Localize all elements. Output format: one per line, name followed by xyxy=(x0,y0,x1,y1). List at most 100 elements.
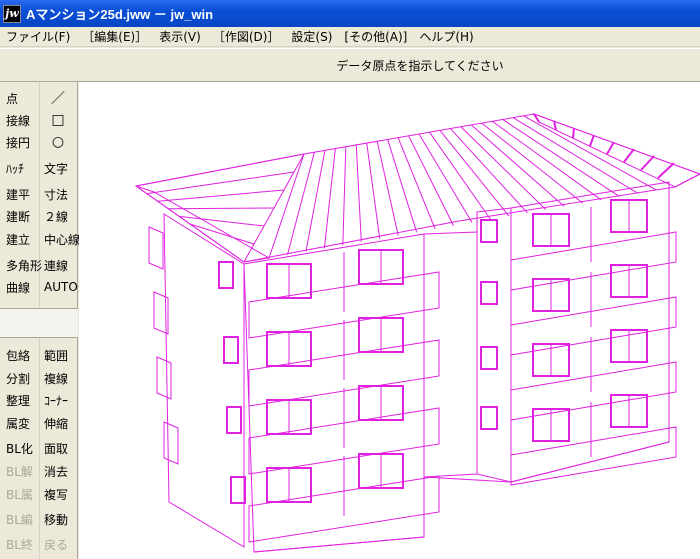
menu-edit[interactable]: ［編集(E)］ xyxy=(76,28,153,45)
right-balcony-1 xyxy=(510,296,677,356)
window-title: Aマンション25d.jww － jw_win xyxy=(26,7,214,22)
menu-settings[interactable]: 設定(S) xyxy=(285,28,338,45)
center-window-3 xyxy=(480,406,498,430)
tool-tools_col2-6[interactable]: 中心線 xyxy=(44,228,80,250)
apartment-perspective-drawing xyxy=(134,113,700,553)
message-bar: データ原点を指示してください xyxy=(0,48,700,82)
menu-other[interactable]: [その他(A)] xyxy=(338,28,413,45)
palette-divider xyxy=(39,82,40,308)
title-bar: jw Aマンション25d.jww － jw_win xyxy=(0,0,700,27)
roof-hip-rib xyxy=(135,153,305,187)
roof-hip-rib xyxy=(157,189,285,202)
side-fin-3 xyxy=(163,421,179,465)
menu-file[interactable]: ファイル(F) xyxy=(0,28,76,45)
tool-tools_col2-12[interactable]: 伸縮 xyxy=(44,412,76,434)
roof-rib xyxy=(429,131,491,220)
roof-right-rib xyxy=(623,148,635,163)
side-window-1 xyxy=(223,336,239,364)
roof-hip-rib xyxy=(168,207,275,210)
tool-tools_col1-14[interactable]: BL解 xyxy=(6,460,38,482)
side-fin-2 xyxy=(156,356,172,400)
ground-line-center xyxy=(423,476,512,483)
roof-rib xyxy=(286,152,315,255)
tool-tools_col2-3[interactable]: 文字 xyxy=(44,157,76,179)
tool-tools_col1-2[interactable]: 接円 xyxy=(6,131,38,153)
tool-tools_col1-3[interactable]: ﾊｯﾁ xyxy=(6,157,38,179)
roof-right-rib xyxy=(640,155,655,171)
tool-tools_col2-4[interactable]: 寸法 xyxy=(44,183,76,205)
roof-right-rib xyxy=(589,134,595,147)
roof-rib xyxy=(342,146,347,246)
roof-hip-rib xyxy=(189,223,255,245)
tool-tools_col1-0[interactable]: 点 xyxy=(6,87,38,109)
tool-tools_col1-13[interactable]: BL化 xyxy=(6,437,38,459)
right-balcony-3 xyxy=(510,426,677,486)
roof-right-rib xyxy=(657,162,675,179)
roof-right-rib xyxy=(606,141,615,155)
tool-tools_col2-8[interactable]: AUTO xyxy=(44,276,78,298)
center-window-0 xyxy=(480,219,498,243)
tool-tools_col2-10[interactable]: 複線 xyxy=(44,367,76,389)
roof-rib xyxy=(355,144,362,242)
roof-rib xyxy=(449,128,528,214)
roof-rib xyxy=(268,153,305,259)
roof-hip-rib xyxy=(146,171,295,195)
right-wing-side-wall xyxy=(476,207,512,483)
tool-tools_col2-13[interactable]: 面取 xyxy=(44,437,76,459)
palette-spacer xyxy=(0,308,78,338)
tool-tools_col1-15[interactable]: BL属 xyxy=(6,483,38,505)
tool-tools_col2-2[interactable]: ○ xyxy=(44,131,72,153)
tool-tools_col1-5[interactable]: 建断 xyxy=(6,205,38,227)
tool-tools_col2-14[interactable]: 消去 xyxy=(44,460,76,482)
right-balcony-2 xyxy=(510,361,677,421)
roof-rib xyxy=(481,122,584,204)
tool-tools_col1-9[interactable]: 包絡 xyxy=(6,344,38,366)
roof-right-eave xyxy=(532,113,700,188)
center-window-2 xyxy=(480,346,498,370)
roof-rib xyxy=(439,130,510,217)
menu-bar: ファイル(F) ［編集(E)］ 表示(V) ［作図(D)］ 設定(S) [その他… xyxy=(0,27,700,47)
tool-tools_col1-6[interactable]: 建立 xyxy=(6,228,38,250)
tool-tools_col2-16[interactable]: 移動 xyxy=(44,508,76,530)
tool-tools_col1-17[interactable]: BL終 xyxy=(6,533,38,555)
side-window-0 xyxy=(218,261,234,289)
tool-tools_col2-15[interactable]: 複写 xyxy=(44,483,76,505)
roof-rib xyxy=(366,143,381,239)
tool-tools_col1-11[interactable]: 整理 xyxy=(6,389,38,411)
status-message: データ原点を指示してください xyxy=(336,58,504,73)
tool-tools_col1-4[interactable]: 建平 xyxy=(6,183,38,205)
menu-view[interactable]: 表示(V) xyxy=(153,28,207,45)
roof-rib xyxy=(470,124,565,207)
side-fin-0 xyxy=(148,226,164,270)
side-window-3 xyxy=(230,476,246,504)
menu-draw[interactable]: ［作図(D)］ xyxy=(207,28,286,45)
tool-tools_col2-5[interactable]: ２線 xyxy=(44,205,76,227)
tool-tools_col1-7[interactable]: 多角形 xyxy=(6,254,42,276)
tool-tools_col2-1[interactable]: □ xyxy=(44,109,72,131)
menu-help[interactable]: ヘルプ(H) xyxy=(413,28,479,45)
tool-palette: 点接線 接円 ﾊｯﾁ 建平 建断 建立多角形 曲線包絡 分割 整理 属変 BL化 BL解 BL属 BL編 B… xyxy=(0,82,80,559)
tool-tools_col2-0[interactable]: ／ xyxy=(44,87,72,109)
right-balcony-0 xyxy=(510,231,677,291)
tool-tools_col1-10[interactable]: 分割 xyxy=(6,367,38,389)
tool-tools_col2-11[interactable]: ｺｰﾅｰ xyxy=(44,389,76,411)
center-wall xyxy=(423,231,478,478)
side-window-2 xyxy=(226,406,242,434)
tool-tools_col1-8[interactable]: 曲線 xyxy=(6,276,38,298)
app-logo-icon[interactable]: jw xyxy=(3,4,21,23)
tool-tools_col2-9[interactable]: 範囲 xyxy=(44,344,76,366)
palette-divider-lower xyxy=(39,338,40,559)
tool-tools_col1-12[interactable]: 属変 xyxy=(6,412,38,434)
tool-tools_col2-7[interactable]: 連線 xyxy=(44,254,76,276)
roof-rib xyxy=(323,148,336,249)
roof-right-rib xyxy=(572,127,575,139)
roof-rib xyxy=(305,150,326,252)
roof-rib xyxy=(376,141,399,236)
tool-tools_col2-17[interactable]: 戻る xyxy=(44,533,76,555)
ground-line-left xyxy=(253,536,425,553)
roof-rib xyxy=(387,139,418,233)
center-window-1 xyxy=(480,281,498,305)
tool-tools_col1-16[interactable]: BL編 xyxy=(6,508,38,530)
tool-tools_col1-1[interactable]: 接線 xyxy=(6,109,38,131)
drawing-canvas[interactable] xyxy=(79,82,700,559)
